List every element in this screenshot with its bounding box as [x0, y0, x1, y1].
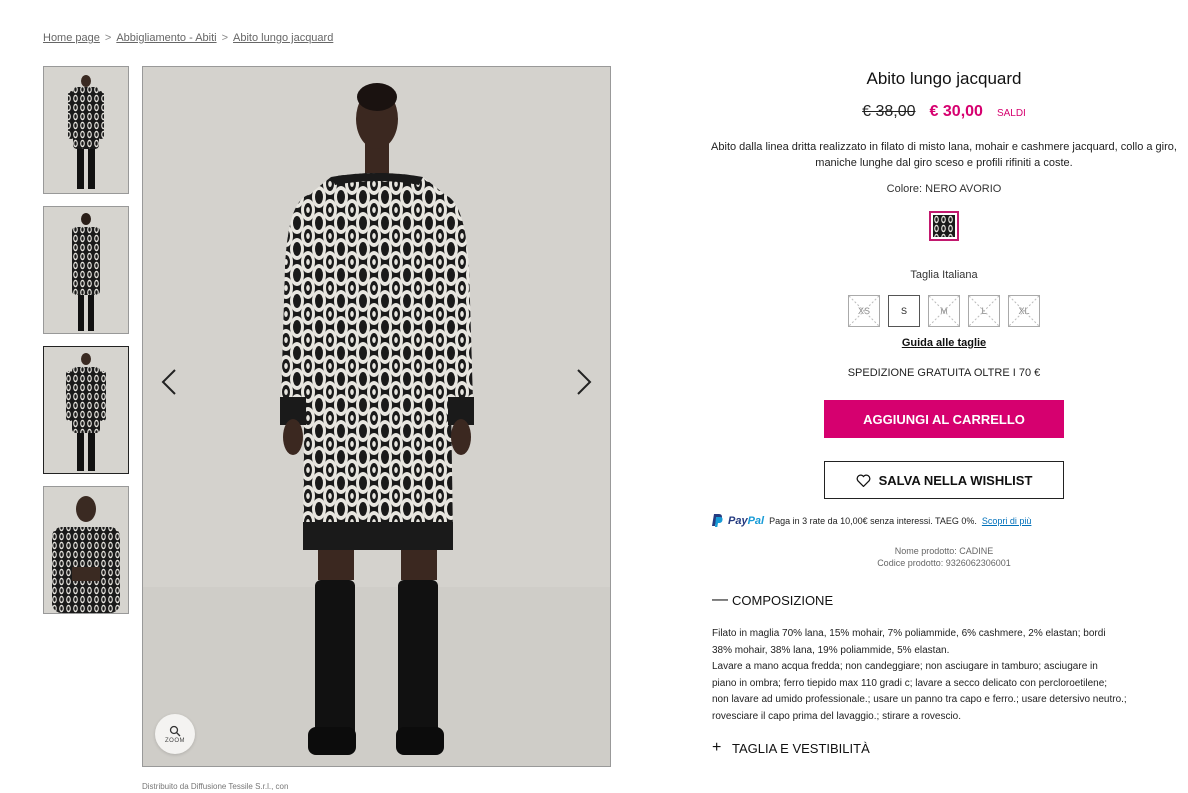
product-accordion: — COMPOSIZIONE Filato in maglia 70% lana… [700, 591, 1188, 757]
thumbnail-front[interactable] [43, 66, 129, 194]
sale-price: € 30,00 [929, 103, 983, 120]
paypal-text: Paga in 3 rate da 10,00€ senza interessi… [769, 515, 977, 526]
paypal-learn-more-link[interactable]: Scopri di più [982, 516, 1032, 526]
product-description: Abito dalla linea dritta realizzato in f… [711, 141, 1177, 169]
wishlist-label: SALVA NELLA WISHLIST [878, 472, 1033, 488]
product-photo [143, 67, 610, 766]
magnifier-icon [169, 725, 181, 736]
free-shipping-note: SPEDIZIONE GRATUITA OLTRE I 70 € [847, 367, 1041, 379]
composition-content: Filato in maglia 70% lana, 15% mohair, 7… [712, 628, 1127, 722]
size-option-xl[interactable]: XL [1008, 295, 1040, 327]
thumbnail-list [43, 66, 129, 626]
size-label: Taglia Italiana [910, 269, 978, 281]
unavailable-cross-icon [969, 296, 999, 326]
size-option-xs[interactable]: XS [848, 295, 880, 327]
size-option-s[interactable]: S [888, 295, 920, 327]
product-code: Codice prodotto: 9326062306001 [877, 558, 1011, 568]
breadcrumb-home[interactable]: Home page [43, 32, 100, 44]
paypal-logo: PayPal [728, 514, 765, 527]
size-option-l[interactable]: L [968, 295, 1000, 327]
breadcrumb-current[interactable]: Abito lungo jacquard [233, 32, 333, 44]
color-label: Colore: NERO AVORIO [886, 183, 1002, 195]
size-selector: XS S M L XL [700, 295, 1188, 327]
save-wishlist-button[interactable]: SALVA NELLA WISHLIST [824, 461, 1064, 499]
product-title: Abito lungo jacquard [866, 69, 1022, 88]
paypal-installments: PayPal Paga in 3 rate da 10,00€ senza in… [700, 514, 1188, 527]
main-product-image[interactable]: ZOOM [142, 66, 611, 767]
next-image-arrow-icon[interactable] [568, 367, 598, 397]
add-to-cart-button[interactable]: AGGIUNGI AL CARRELLO [824, 400, 1064, 438]
color-swatch-nero-avorio[interactable] [929, 211, 959, 241]
unavailable-cross-icon [849, 296, 879, 326]
composition-title: COMPOSIZIONE [732, 592, 834, 608]
old-price: € 38,00 [862, 103, 916, 120]
minus-icon: — [712, 591, 728, 608]
breadcrumb: Home page > Abbigliamento - Abiti > Abit… [43, 32, 333, 44]
paypal-icon [712, 514, 723, 527]
plus-icon: + [712, 739, 722, 756]
thumbnail-front-2[interactable] [43, 346, 129, 474]
unavailable-cross-icon [1009, 296, 1039, 326]
heart-icon [856, 474, 870, 487]
fit-accordion-toggle[interactable]: + TAGLIA E VESTIBILITÀ [712, 739, 1188, 757]
chevron-right-icon: > [104, 32, 112, 44]
fit-title: TAGLIA E VESTIBILITÀ [732, 740, 870, 756]
size-option-m[interactable]: M [928, 295, 960, 327]
thumbnail-detail[interactable] [43, 486, 129, 614]
composition-accordion-toggle[interactable]: — COMPOSIZIONE [712, 591, 1188, 609]
chevron-right-icon: > [221, 32, 229, 44]
zoom-label: ZOOM [165, 737, 185, 744]
price-row: € 38,00 € 30,00 SALDI [700, 103, 1188, 121]
product-info-panel: Abito lungo jacquard € 38,00 € 30,00 SAL… [700, 66, 1188, 757]
previous-image-arrow-icon[interactable] [155, 367, 185, 397]
product-meta: Nome prodotto: CADINE Codice prodotto: 9… [700, 545, 1188, 569]
distributor-note: Distribuito da Diffusione Tessile S.r.l.… [142, 782, 289, 791]
unavailable-cross-icon [929, 296, 959, 326]
zoom-button[interactable]: ZOOM [155, 714, 195, 754]
size-guide-link[interactable]: Guida alle taglie [700, 337, 1188, 349]
sale-badge: SALDI [996, 108, 1026, 119]
product-name: Nome prodotto: CADINE [894, 546, 994, 556]
breadcrumb-category[interactable]: Abbigliamento - Abiti [116, 32, 216, 44]
jacquard-swatch-icon [933, 215, 955, 237]
thumbnail-back[interactable] [43, 206, 129, 334]
